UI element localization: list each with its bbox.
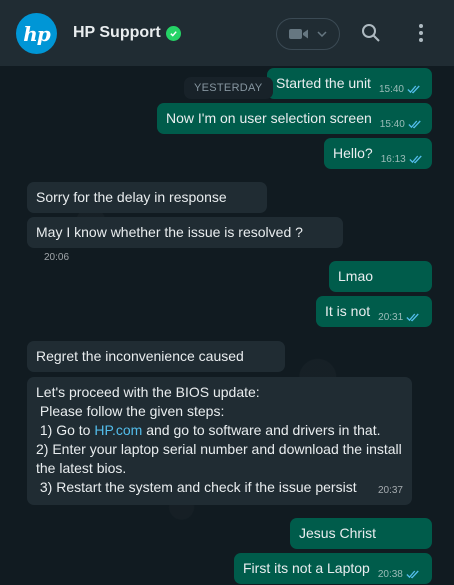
message-line-last: 3) Restart the system and check if the i… — [36, 478, 403, 497]
message-line: Let's proceed with the BIOS update: — [36, 384, 260, 400]
message-line: Please follow the given steps: — [36, 403, 225, 419]
contact-name: HP Support — [73, 24, 161, 41]
text-segment: and go to software and drivers in that. — [142, 422, 381, 438]
message-meta: 20:06 — [44, 248, 69, 267]
message-text: Sorry for the delay in response — [36, 189, 227, 205]
message-meta: 15:40 — [379, 80, 421, 99]
menu-button[interactable] — [408, 20, 434, 46]
chat-header: hp HP Support — [0, 0, 454, 66]
verified-icon — [165, 25, 181, 41]
search-button[interactable] — [358, 20, 384, 46]
hp-link[interactable]: HP.com — [94, 422, 142, 438]
message-meta: 20:31 — [378, 308, 420, 327]
message-meta: 20:38 — [378, 565, 420, 584]
message-text: It is not — [325, 303, 371, 319]
message-time: 15:40 — [378, 84, 404, 95]
message-line: 2) Enter your laptop serial number and d… — [36, 441, 402, 476]
text-segment: 1) Go to — [36, 422, 95, 438]
message-bubble[interactable]: Lmao20:30 — [329, 261, 432, 307]
video-call-icon — [289, 29, 308, 39]
read-receipt-icon — [409, 155, 422, 164]
message-text: Started the unit — [276, 75, 371, 91]
read-receipt-icon — [408, 120, 421, 129]
avatar[interactable]: hp — [16, 13, 57, 54]
message-text: Let's proceed with the BIOS update: Plea… — [36, 383, 403, 497]
message-time: 20:06 — [44, 252, 70, 263]
message-bubble[interactable]: Sorry for the delay in response20:05 — [27, 182, 267, 228]
message-time: 20:31 — [378, 312, 404, 323]
read-receipt-icon — [406, 313, 419, 322]
video-call-button[interactable] — [276, 18, 340, 50]
message-text: Lmao — [338, 268, 374, 284]
message-text: Jesus Christ — [299, 525, 377, 541]
message-time: 15:40 — [379, 119, 405, 130]
message-bubble[interactable]: Started the unit 15:40 — [267, 68, 432, 99]
contact-title[interactable]: HP Support — [73, 24, 181, 42]
message-bubble[interactable]: It is not 20:31 — [316, 296, 432, 327]
message-meta: 15:40 — [380, 115, 422, 134]
search-icon — [362, 24, 380, 42]
message-time: 20:38 — [377, 569, 403, 580]
read-receipt-icon — [406, 570, 419, 579]
message-bubble[interactable]: First its not a Laptop 20:38 — [234, 553, 432, 584]
message-meta: 20:37 — [378, 481, 403, 500]
message-text: Regret the inconvenience caused — [36, 348, 244, 364]
message-text: Now I'm on user selection screen — [166, 110, 372, 126]
message-bubble[interactable]: May I know whether the issue is resolved… — [27, 217, 343, 263]
message-text: First its not a Laptop — [243, 560, 370, 576]
message-time: 20:37 — [377, 485, 403, 496]
message-line: 1) Go to HP.com and go to software and d… — [36, 421, 403, 440]
read-receipt-icon — [407, 85, 420, 94]
hp-logo: hp — [23, 21, 51, 46]
text-segment: 3) Restart the system and check if the i… — [36, 479, 357, 495]
chevron-down-icon — [317, 31, 327, 37]
message-bubble[interactable]: Let's proceed with the BIOS update: Plea… — [27, 377, 412, 505]
message-text: Hello? — [333, 145, 373, 161]
message-bubble[interactable]: Regret the inconvenience caused20:37 — [27, 341, 285, 387]
message-time: 16:13 — [380, 154, 406, 165]
message-bubble[interactable]: Now I'm on user selection screen 15:40 — [157, 103, 432, 134]
message-text: May I know whether the issue is resolved… — [36, 224, 303, 240]
message-meta: 16:13 — [381, 150, 423, 169]
message-bubble[interactable]: Hello? 16:13 — [324, 138, 432, 169]
message-bubble[interactable]: Jesus Christ20:37 — [290, 518, 432, 564]
menu-dots-icon — [419, 24, 423, 42]
day-chip: YESTERDAY — [184, 77, 273, 99]
